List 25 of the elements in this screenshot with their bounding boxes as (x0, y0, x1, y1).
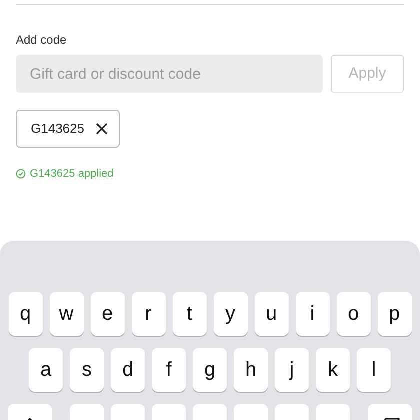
keyboard-key[interactable]: p (378, 292, 412, 336)
keyboard-key[interactable]: f (152, 348, 186, 392)
keyboard-key[interactable]: e (90, 292, 124, 336)
chip-label: G143625 (31, 120, 84, 138)
keyboard-key[interactable]: g (193, 348, 227, 392)
keyboard-key[interactable]: d (111, 348, 145, 392)
keyboard-key[interactable]: w (50, 292, 84, 336)
field-label: Add code (16, 32, 68, 49)
keyboard-key[interactable]: a (29, 348, 63, 392)
keyboard-key[interactable]: y (214, 292, 248, 336)
keyboard-key[interactable]: u (254, 292, 288, 336)
keyboard-key[interactable]: k (316, 348, 350, 392)
code-input-field[interactable]: Gift card or discount code (16, 55, 323, 93)
keyboard-key[interactable]: l (357, 348, 391, 392)
keyboard-key[interactable]: s (70, 348, 104, 392)
keyboard-key[interactable]: h (234, 348, 268, 392)
check-circle-icon (16, 169, 26, 180)
close-icon[interactable] (94, 122, 108, 136)
keyboard-key[interactable]: o (336, 292, 370, 336)
keyboard-key[interactable]: r (132, 292, 166, 336)
keyboard-key[interactable]: i (296, 292, 330, 336)
keyboard-key[interactable]: t (172, 292, 206, 336)
status-message: G143625 applied (30, 167, 114, 182)
keyboard-key[interactable]: j (275, 348, 309, 392)
keyboard-key[interactable]: q (8, 292, 42, 336)
